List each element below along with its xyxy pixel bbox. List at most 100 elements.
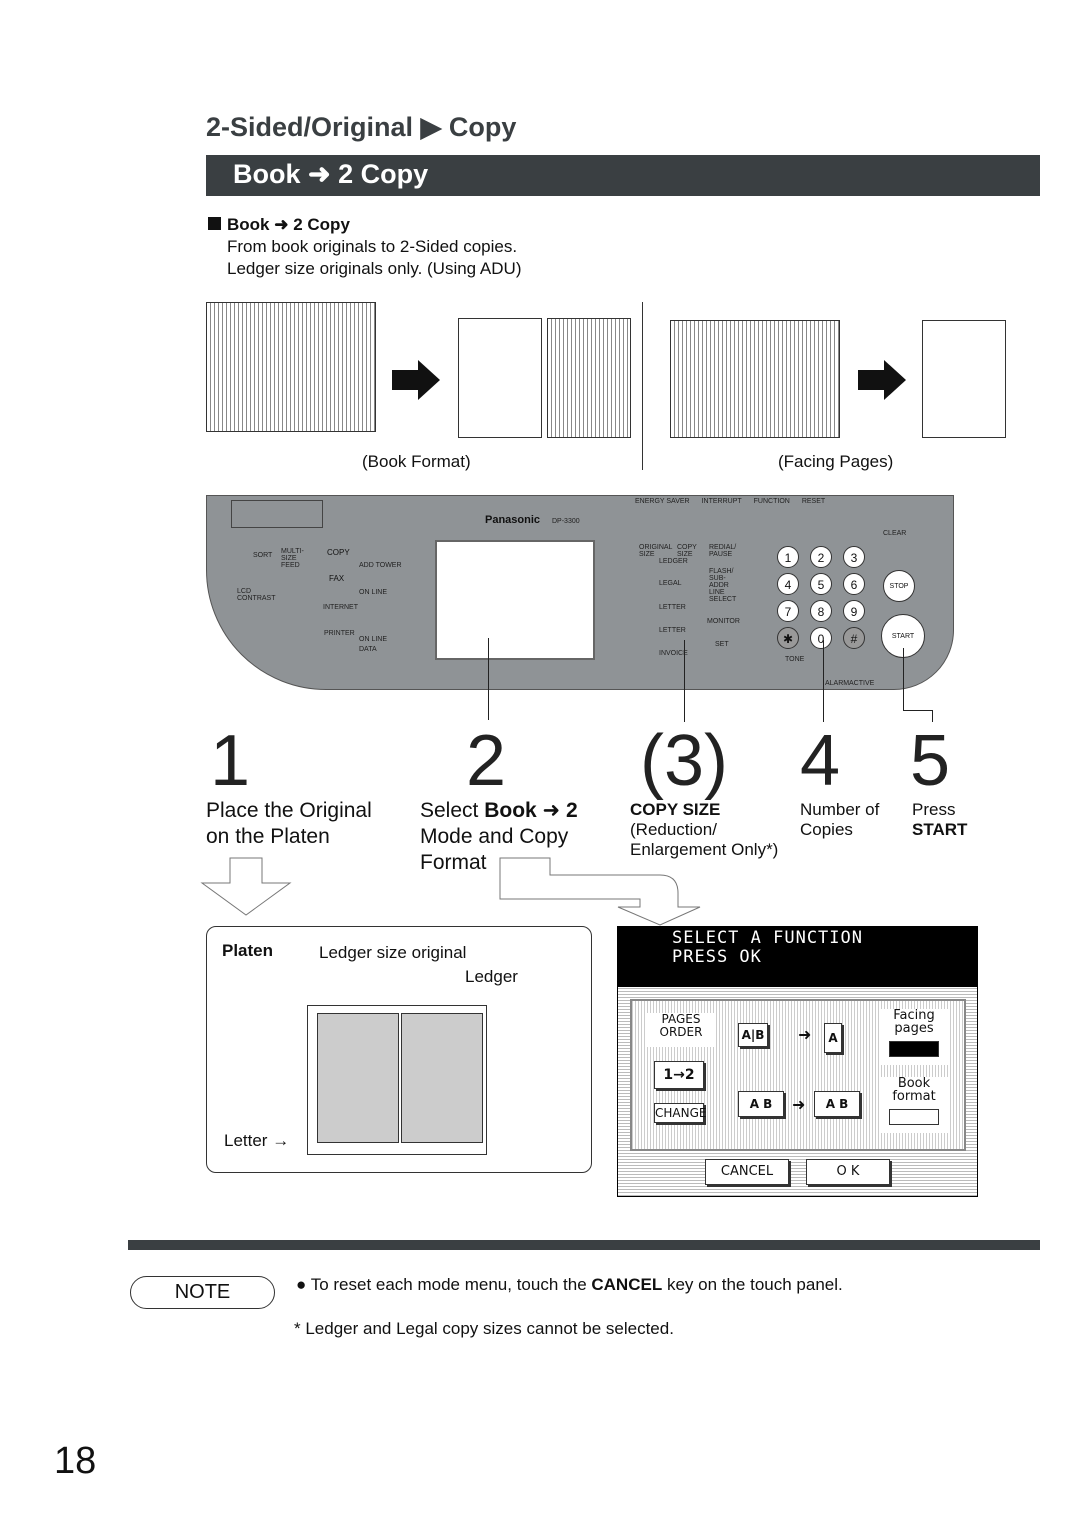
- lcd-message: SELECT A FUNCTION PRESS OK: [618, 927, 977, 987]
- ledger-button[interactable]: LEDGER: [659, 558, 688, 565]
- facing-label: Facing pages: [893, 1008, 935, 1036]
- data-indicator: DATA: [359, 646, 377, 653]
- step-bold: Book: [484, 799, 537, 822]
- set-button[interactable]: SET: [715, 641, 729, 648]
- facing-result-icon: A: [824, 1023, 842, 1053]
- pages-order-value: 1→2: [654, 1061, 704, 1089]
- cancel-button[interactable]: CANCEL: [705, 1159, 789, 1185]
- leader-line: [903, 710, 933, 711]
- top-buttons: ENERGY SAVER INTERRUPT FUNCTION RESET: [621, 498, 951, 528]
- reset-button[interactable]: RESET: [802, 498, 825, 528]
- flow-arrows: [200, 857, 701, 926]
- letter-r-button[interactable]: LETTER: [659, 627, 686, 634]
- panel-slot: [231, 500, 323, 528]
- open-book-illustration: [206, 302, 376, 432]
- step-5-number: 5: [910, 721, 951, 801]
- function-button[interactable]: FUNCTION: [754, 498, 790, 528]
- step-line: (Reduction/: [630, 820, 717, 839]
- arrow-right-icon: ➜: [792, 1097, 806, 1114]
- facing-icon-ab: A|B: [738, 1023, 768, 1047]
- bullet-icon: ●: [296, 1275, 307, 1294]
- touch-panel-screen[interactable]: [435, 540, 595, 660]
- key-7[interactable]: 7: [777, 600, 799, 622]
- letter-button[interactable]: LETTER: [659, 604, 686, 611]
- curved-arrow-icon: [499, 857, 701, 926]
- multi-size-feed-button[interactable]: MULTI-SIZE FEED: [281, 548, 311, 569]
- desc-line: From book originals to 2-Sided copies.: [227, 237, 518, 256]
- platen-original-label: Ledger size original: [319, 943, 467, 962]
- fax-mode-button[interactable]: FAX: [329, 574, 344, 583]
- note-pre: To reset each mode menu, touch the: [310, 1275, 592, 1294]
- key-6[interactable]: 6: [843, 573, 865, 595]
- interrupt-button[interactable]: INTERRUPT: [702, 498, 742, 528]
- key-0[interactable]: 0: [810, 627, 832, 649]
- step-3-number: (3): [640, 721, 728, 801]
- add-tower-indicator: ADD TOWER: [359, 562, 402, 569]
- lcd-line: PRESS OK: [672, 947, 762, 967]
- lcd-contrast-dial[interactable]: LCD CONTRAST: [237, 588, 276, 602]
- key-4[interactable]: 4: [777, 573, 799, 595]
- key-2[interactable]: 2: [810, 546, 832, 568]
- note-badge: NOTE: [130, 1276, 275, 1309]
- key-8[interactable]: 8: [810, 600, 832, 622]
- monitor-button[interactable]: MONITOR: [707, 618, 740, 625]
- note-text: ● To reset each mode menu, touch the CAN…: [296, 1275, 843, 1295]
- page-number: 18: [54, 1440, 97, 1482]
- arrow-right-icon: ➜: [308, 159, 331, 189]
- key-9[interactable]: 9: [843, 600, 865, 622]
- internet-mode-button[interactable]: INTERNET: [323, 604, 358, 611]
- step-4-text: Number of Copies: [800, 800, 879, 840]
- numeric-keypad: 1 2 3 4 5 6 7 8 9 ✱ 0 #: [777, 546, 865, 649]
- step-3-text: COPY SIZE (Reduction/Enlargement Only*): [630, 800, 778, 860]
- title-text: 2-Sided/Original: [206, 112, 414, 142]
- flash-button[interactable]: FLASH/ SUB-ADDR: [709, 568, 739, 589]
- line-select-button[interactable]: LINE SELECT: [709, 589, 739, 603]
- legal-button[interactable]: LEGAL: [659, 580, 682, 587]
- key-star[interactable]: ✱: [777, 627, 799, 649]
- platen-title: Platen: [222, 941, 274, 960]
- step-line: on the Platen: [206, 825, 330, 848]
- energy-saver-button[interactable]: ENERGY SAVER: [635, 498, 690, 528]
- printer-mode-button[interactable]: PRINTER: [324, 630, 355, 637]
- key-5[interactable]: 5: [810, 573, 832, 595]
- facing-book-illustration: [670, 320, 840, 438]
- step-5-text: Press START: [912, 800, 967, 840]
- redial-button[interactable]: REDIAL/ PAUSE: [709, 544, 739, 558]
- copy-size-label: COPY SIZE: [677, 544, 697, 558]
- stop-button[interactable]: STOP: [883, 570, 915, 602]
- footnote: * Ledger and Legal copy sizes cannot be …: [294, 1319, 674, 1338]
- step-bold: COPY SIZE: [630, 800, 721, 819]
- book-format-option[interactable]: Book format: [880, 1077, 948, 1133]
- sub-copy: 2 Copy: [293, 215, 350, 234]
- caption-facing-pages: (Facing Pages): [778, 452, 894, 471]
- step-line: Copies: [800, 820, 853, 839]
- printer-online-indicator: ON LINE: [359, 636, 388, 643]
- step-line: Press: [912, 800, 956, 819]
- copy-page-back: [547, 318, 631, 438]
- square-bullet-icon: [208, 217, 221, 230]
- fax-online-indicator: ON LINE: [359, 589, 388, 596]
- arrow-right-icon: ➜: [274, 215, 289, 234]
- key-3[interactable]: 3: [843, 546, 865, 568]
- change-button[interactable]: CHANGE: [654, 1103, 706, 1123]
- brand-logo: Panasonic: [485, 514, 541, 526]
- copy-mode-button[interactable]: COPY: [327, 548, 350, 557]
- ok-button[interactable]: O K: [806, 1159, 890, 1185]
- arrow-right-icon: ➜: [798, 1027, 812, 1044]
- note-post: key on the touch panel.: [662, 1275, 843, 1294]
- step-line: Place the Original: [206, 799, 372, 822]
- alarm-indicator: ALARM: [825, 680, 850, 687]
- arrow-right-icon: ➜: [542, 799, 561, 822]
- clear-button[interactable]: CLEAR: [883, 530, 906, 537]
- sort-button[interactable]: SORT: [253, 552, 272, 559]
- section-divider: [128, 1240, 1040, 1250]
- step-1-text: Place the Original on the Platen: [206, 798, 372, 850]
- leader-line: [684, 640, 685, 722]
- tone-label: TONE: [785, 656, 805, 663]
- key-hash[interactable]: #: [843, 627, 865, 649]
- leader-line: [903, 648, 904, 710]
- leader-line: [823, 640, 824, 722]
- facing-pages-option[interactable]: Facing pages: [880, 1009, 948, 1065]
- key-1[interactable]: 1: [777, 546, 799, 568]
- lcd-line: SELECT A FUNCTION: [672, 928, 863, 948]
